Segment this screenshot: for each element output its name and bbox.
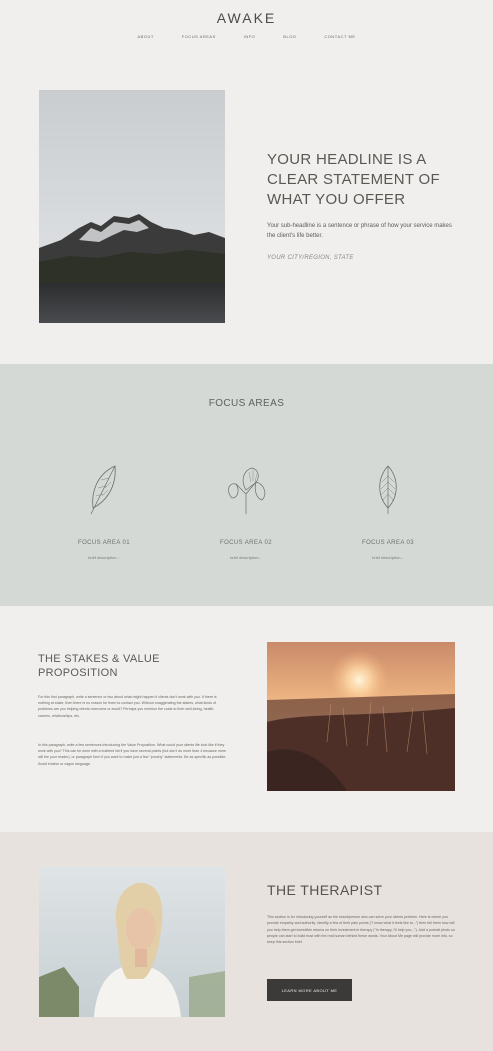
focus-area-2[interactable]: FOCUS AREA 02 brief description... bbox=[196, 464, 296, 560]
focus-area-2-title: FOCUS AREA 02 bbox=[220, 540, 272, 546]
nav-focus-areas[interactable]: FOCUS AREAS bbox=[182, 34, 216, 39]
nav-about[interactable]: ABOUT bbox=[138, 34, 154, 39]
hero-mountain-image bbox=[39, 90, 225, 323]
nav-blog[interactable]: BLOG bbox=[283, 34, 296, 39]
hero-location: YOUR CITY/REGION, STATE bbox=[267, 255, 354, 261]
main-nav: ABOUT FOCUS AREAS INFO BLOG CONTACT ME bbox=[0, 34, 493, 39]
focus-area-3[interactable]: FOCUS AREA 03 brief description... bbox=[338, 464, 438, 560]
focus-area-3-title: FOCUS AREA 03 bbox=[362, 540, 414, 546]
focus-areas-title: FOCUS AREAS bbox=[208, 398, 285, 409]
hero-headline: YOUR HEADLINE IS A CLEAR STATEMENT OF WH… bbox=[267, 151, 440, 208]
therapist-title: THE THERAPIST bbox=[267, 882, 383, 898]
learn-more-button[interactable]: LEARN MORE ABOUT ME bbox=[267, 979, 352, 1001]
nav-info[interactable]: INFO bbox=[244, 34, 256, 39]
focus-area-3-desc: brief description... bbox=[372, 555, 404, 560]
focus-area-1[interactable]: FOCUS AREA 01 brief description... bbox=[54, 464, 154, 560]
stakes-paragraph-1: For this first paragraph, write a senten… bbox=[38, 695, 217, 718]
leaf-icon bbox=[379, 465, 397, 514]
therapist-body: This section is for introducing yourself… bbox=[267, 915, 455, 945]
nav-contact-me[interactable]: CONTACT ME bbox=[324, 34, 355, 39]
stakes-paragraph-2: In this paragraph, write a few sentences… bbox=[38, 743, 227, 766]
focus-area-1-desc: brief description... bbox=[88, 555, 120, 560]
ginkgo-icon bbox=[228, 467, 266, 514]
site-logo[interactable]: AWAKE bbox=[0, 10, 493, 26]
stakes-title: THE STAKES & VALUE PROPOSITION bbox=[38, 653, 160, 679]
focus-areas-section: FOCUS AREAS FOCUS AREA 01 brief descript… bbox=[0, 364, 493, 606]
hero-subheadline: Your sub-headline is a sentence or phras… bbox=[267, 223, 452, 239]
sunset-field-image bbox=[267, 642, 455, 791]
therapist-section: THE THERAPIST This section is for introd… bbox=[0, 832, 493, 1051]
therapist-portrait bbox=[39, 867, 225, 1017]
focus-area-2-desc: brief description... bbox=[230, 555, 262, 560]
focus-area-1-title: FOCUS AREA 01 bbox=[78, 540, 130, 546]
leaf-icon bbox=[90, 465, 116, 515]
